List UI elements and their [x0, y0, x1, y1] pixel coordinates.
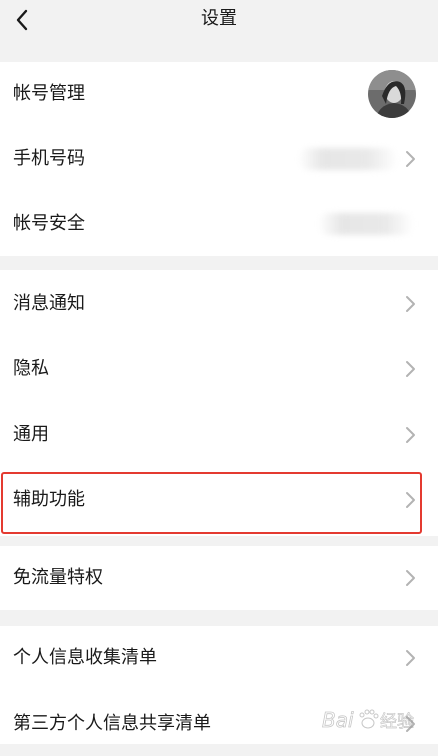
chevron-right-icon: [406, 361, 415, 377]
settings-item-personal-info-collection-list[interactable]: 个人信息收集清单: [0, 626, 438, 690]
settings-item-label: 消息通知: [13, 293, 85, 314]
settings-item-privacy[interactable]: 隐私: [0, 337, 438, 401]
settings-item-data-free-privilege[interactable]: 免流量特权: [0, 546, 438, 610]
chevron-right-icon: [406, 570, 415, 586]
settings-item-account-management[interactable]: 帐号管理: [0, 62, 438, 126]
settings-item-label: 个人信息收集清单: [13, 647, 157, 668]
settings-item-label: 手机号码: [13, 148, 85, 169]
nav-bar: 设置: [0, 0, 438, 46]
settings-item-notifications[interactable]: 消息通知: [0, 272, 438, 336]
settings-item-label: 帐号管理: [13, 83, 85, 104]
chevron-right-icon: [406, 650, 415, 666]
phone-number-value-redacted: [298, 148, 398, 170]
chevron-right-icon: [406, 296, 415, 312]
baidu-paw-icon: Bai 经验: [322, 708, 415, 733]
chevron-right-icon: [406, 151, 415, 167]
account-group: 帐号管理 手机号码 帐号安全: [0, 62, 438, 256]
avatar[interactable]: [368, 70, 416, 118]
settings-item-general[interactable]: 通用: [0, 403, 438, 467]
avatar-image: [368, 70, 416, 118]
page-title: 设置: [201, 8, 237, 29]
baidu-jingyan-watermark: Bai 经验: [320, 702, 430, 738]
highlight-annotation: [1, 472, 422, 534]
svg-text:Bai: Bai: [322, 708, 354, 732]
settings-item-label: 通用: [13, 424, 49, 445]
data-saver-group: 免流量特权: [0, 546, 438, 610]
security-status-value-redacted: [318, 213, 414, 235]
settings-item-account-security[interactable]: 帐号安全: [0, 192, 438, 256]
settings-item-label: 免流量特权: [13, 567, 103, 588]
settings-item-label: 帐号安全: [13, 213, 85, 234]
settings-item-label: 隐私: [13, 358, 49, 379]
settings-item-phone-number[interactable]: 手机号码: [0, 127, 438, 191]
settings-item-label: 第三方个人信息共享清单: [13, 713, 211, 734]
svg-text:经验: 经验: [380, 712, 414, 732]
chevron-right-icon: [406, 427, 415, 443]
